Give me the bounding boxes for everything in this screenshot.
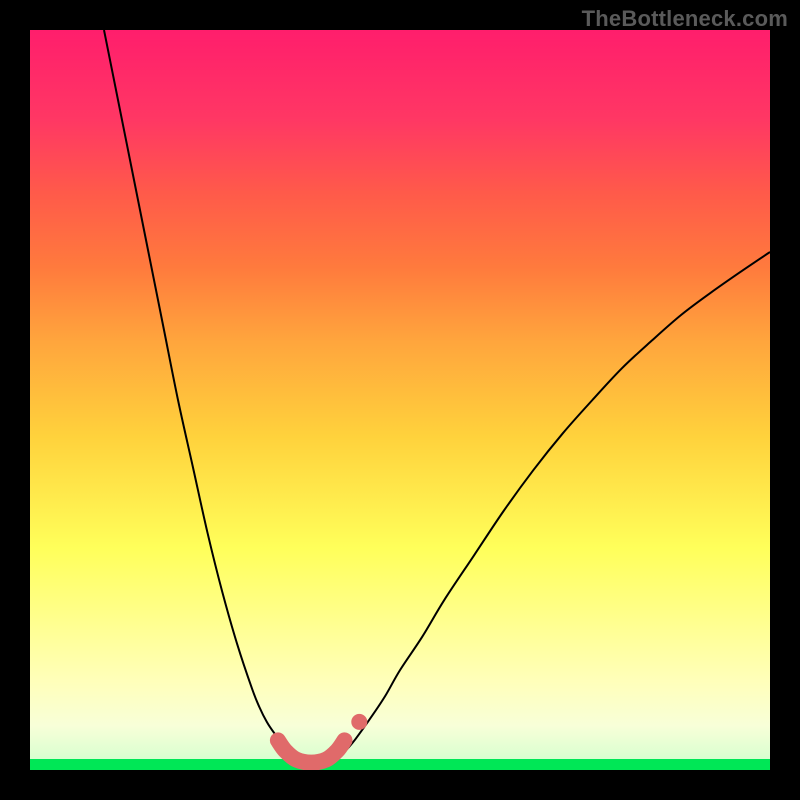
series-path-valley-highlight (278, 740, 345, 762)
plot-area (30, 30, 770, 770)
chart-root: TheBottleneck.com (0, 0, 800, 800)
series-path-right-branch (341, 252, 770, 755)
series-path-left-branch (104, 30, 296, 755)
watermark-label: TheBottleneck.com (582, 6, 788, 32)
curves-svg (30, 30, 770, 770)
series-point-valley-dot (351, 714, 367, 730)
